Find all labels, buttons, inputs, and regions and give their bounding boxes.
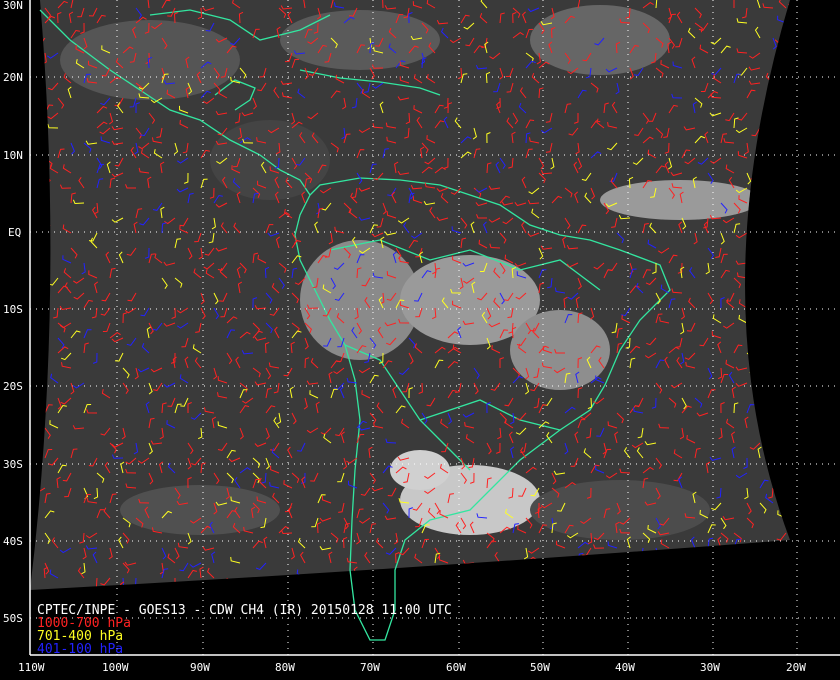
cloud [60, 20, 240, 100]
cloud [120, 485, 280, 535]
lat-label: EQ [8, 226, 21, 239]
cloud [280, 10, 440, 70]
lon-label: 60W [446, 661, 466, 674]
cloud [510, 310, 610, 390]
lat-label: 30S [3, 458, 23, 471]
lon-label: 50W [530, 661, 550, 674]
lat-label: 10S [3, 303, 23, 316]
lat-label: 30N [3, 0, 23, 12]
lon-label: 100W [102, 661, 129, 674]
lon-label: 110W [18, 661, 45, 674]
lat-label: 40S [3, 535, 23, 548]
lon-label: 30W [700, 661, 720, 674]
legend-entry-high: 401-100 hPa [37, 642, 124, 657]
lon-label: 40W [615, 661, 635, 674]
lon-label: 90W [190, 661, 210, 674]
lon-label: 80W [275, 661, 295, 674]
satellite-image [30, 0, 790, 590]
lat-label: 50S [3, 612, 23, 625]
cloud [600, 180, 760, 220]
lon-label: 70W [360, 661, 380, 674]
lat-label: 10N [3, 149, 23, 162]
lon-label: 20W [786, 661, 806, 674]
satellite-wind-map: 30N 20N 10N EQ 10S 20S 30S 40S 50S 110W … [0, 0, 840, 680]
lat-label: 20S [3, 380, 23, 393]
lat-label: 20N [3, 71, 23, 84]
cloud [530, 5, 670, 75]
